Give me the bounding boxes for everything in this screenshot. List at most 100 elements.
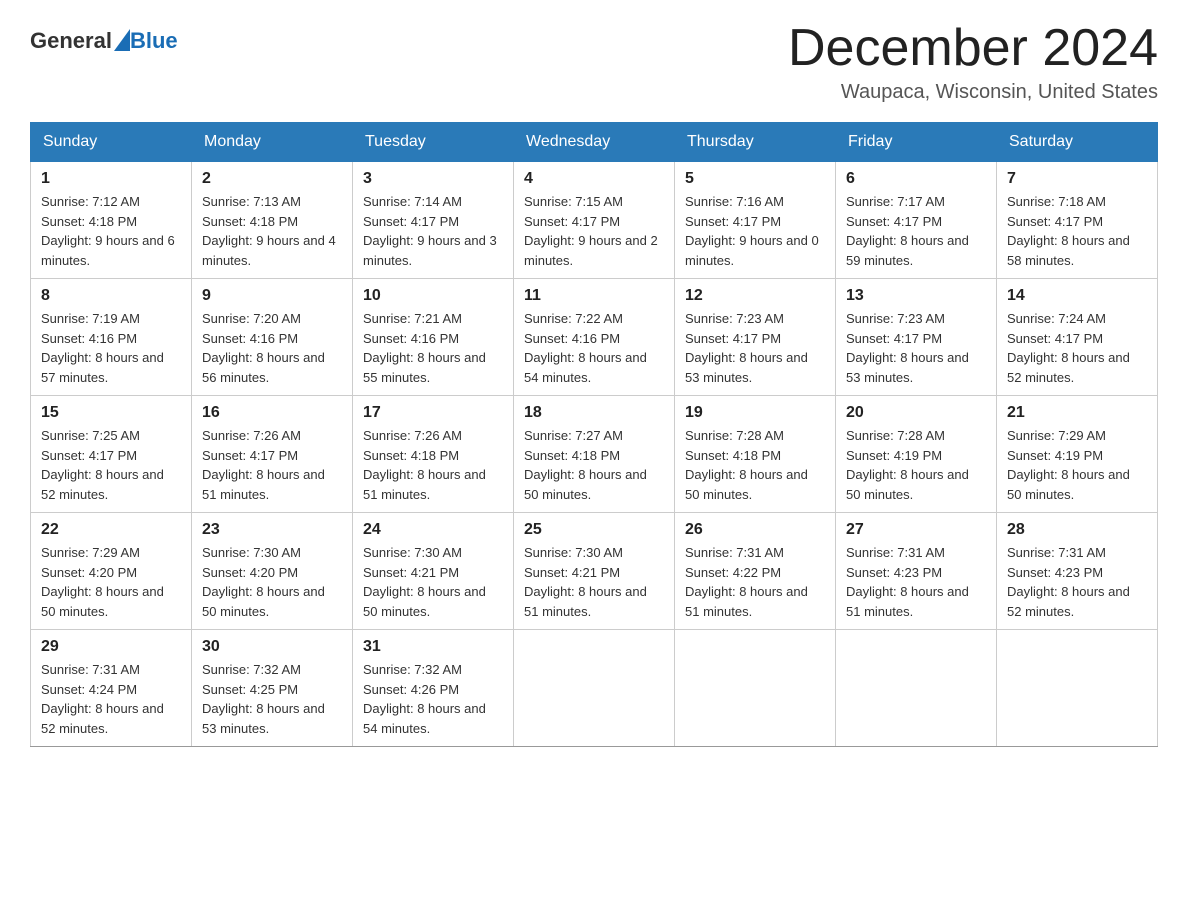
day-info: Sunrise: 7:31 AMSunset: 4:22 PMDaylight:… [685, 543, 825, 621]
day-number: 31 [363, 638, 503, 656]
day-info: Sunrise: 7:29 AMSunset: 4:19 PMDaylight:… [1007, 426, 1147, 504]
day-number: 15 [41, 404, 181, 422]
weekday-header-thursday: Thursday [675, 123, 836, 162]
calendar-cell: 20 Sunrise: 7:28 AMSunset: 4:19 PMDayligh… [836, 396, 997, 513]
day-number: 26 [685, 521, 825, 539]
day-info: Sunrise: 7:16 AMSunset: 4:17 PMDaylight:… [685, 192, 825, 270]
day-number: 11 [524, 287, 664, 305]
calendar-cell: 31 Sunrise: 7:32 AMSunset: 4:26 PMDayligh… [353, 630, 514, 747]
location-subtitle: Waupaca, Wisconsin, United States [788, 81, 1158, 104]
day-number: 1 [41, 170, 181, 188]
weekday-header-row: SundayMondayTuesdayWednesdayThursdayFrid… [31, 123, 1158, 162]
day-info: Sunrise: 7:26 AMSunset: 4:18 PMDaylight:… [363, 426, 503, 504]
calendar-cell: 19Sunrise: 7:28 AMSunset: 4:18 PMDayligh… [675, 396, 836, 513]
day-info: Sunrise: 7:17 AMSunset: 4:17 PMDaylight:… [846, 192, 986, 270]
calendar-cell: 28Sunrise: 7:31 AMSunset: 4:23 PMDayligh… [997, 513, 1158, 630]
calendar-week-row: 22 Sunrise: 7:29 AMSunset: 4:20 PMDayligh… [31, 513, 1158, 630]
calendar-cell: 23 Sunrise: 7:30 AMSunset: 4:20 PMDayligh… [192, 513, 353, 630]
calendar-cell: 1 Sunrise: 7:12 AMSunset: 4:18 PMDaylight… [31, 162, 192, 279]
weekday-header-monday: Monday [192, 123, 353, 162]
weekday-header-tuesday: Tuesday [353, 123, 514, 162]
calendar-cell: 29Sunrise: 7:31 AMSunset: 4:24 PMDayligh… [31, 630, 192, 747]
day-info: Sunrise: 7:25 AMSunset: 4:17 PMDaylight:… [41, 426, 181, 504]
calendar-cell: 8 Sunrise: 7:19 AMSunset: 4:16 PMDaylight… [31, 279, 192, 396]
day-number: 2 [202, 170, 342, 188]
day-info: Sunrise: 7:19 AMSunset: 4:16 PMDaylight:… [41, 309, 181, 387]
calendar-cell: 11 Sunrise: 7:22 AMSunset: 4:16 PMDayligh… [514, 279, 675, 396]
day-info: Sunrise: 7:22 AMSunset: 4:16 PMDaylight:… [524, 309, 664, 387]
day-info: Sunrise: 7:23 AMSunset: 4:17 PMDaylight:… [685, 309, 825, 387]
calendar-cell: 6 Sunrise: 7:17 AMSunset: 4:17 PMDaylight… [836, 162, 997, 279]
calendar-cell: 24 Sunrise: 7:30 AMSunset: 4:21 PMDayligh… [353, 513, 514, 630]
day-info: Sunrise: 7:28 AMSunset: 4:19 PMDaylight:… [846, 426, 986, 504]
day-number: 25 [524, 521, 664, 539]
logo-text-blue: Blue [130, 28, 178, 54]
day-number: 22 [41, 521, 181, 539]
day-number: 3 [363, 170, 503, 188]
calendar-cell: 3 Sunrise: 7:14 AMSunset: 4:17 PMDaylight… [353, 162, 514, 279]
day-number: 7 [1007, 170, 1147, 188]
calendar-cell: 12 Sunrise: 7:23 AMSunset: 4:17 PMDayligh… [675, 279, 836, 396]
day-info: Sunrise: 7:27 AMSunset: 4:18 PMDaylight:… [524, 426, 664, 504]
day-info: Sunrise: 7:24 AMSunset: 4:17 PMDaylight:… [1007, 309, 1147, 387]
day-info: Sunrise: 7:32 AMSunset: 4:26 PMDaylight:… [363, 660, 503, 738]
day-number: 13 [846, 287, 986, 305]
day-number: 14 [1007, 287, 1147, 305]
day-info: Sunrise: 7:15 AMSunset: 4:17 PMDaylight:… [524, 192, 664, 270]
logo-triangle-icon [114, 29, 130, 51]
day-info: Sunrise: 7:32 AMSunset: 4:25 PMDaylight:… [202, 660, 342, 738]
day-info: Sunrise: 7:29 AMSunset: 4:20 PMDaylight:… [41, 543, 181, 621]
calendar-cell: 30Sunrise: 7:32 AMSunset: 4:25 PMDayligh… [192, 630, 353, 747]
day-number: 20 [846, 404, 986, 422]
month-title: December 2024 [788, 20, 1158, 77]
day-number: 5 [685, 170, 825, 188]
calendar-cell: 27Sunrise: 7:31 AMSunset: 4:23 PMDayligh… [836, 513, 997, 630]
calendar-cell: 5 Sunrise: 7:16 AMSunset: 4:17 PMDaylight… [675, 162, 836, 279]
calendar-table: SundayMondayTuesdayWednesdayThursdayFrid… [30, 122, 1158, 747]
calendar-cell: 25Sunrise: 7:30 AMSunset: 4:21 PMDayligh… [514, 513, 675, 630]
calendar-cell [514, 630, 675, 747]
day-number: 8 [41, 287, 181, 305]
day-info: Sunrise: 7:13 AMSunset: 4:18 PMDaylight:… [202, 192, 342, 270]
calendar-week-row: 8 Sunrise: 7:19 AMSunset: 4:16 PMDaylight… [31, 279, 1158, 396]
calendar-cell [997, 630, 1158, 747]
day-info: Sunrise: 7:12 AMSunset: 4:18 PMDaylight:… [41, 192, 181, 270]
day-number: 28 [1007, 521, 1147, 539]
calendar-cell: 21 Sunrise: 7:29 AMSunset: 4:19 PMDayligh… [997, 396, 1158, 513]
calendar-cell: 15 Sunrise: 7:25 AMSunset: 4:17 PMDayligh… [31, 396, 192, 513]
calendar-cell: 17Sunrise: 7:26 AMSunset: 4:18 PMDayligh… [353, 396, 514, 513]
calendar-cell [675, 630, 836, 747]
day-info: Sunrise: 7:20 AMSunset: 4:16 PMDaylight:… [202, 309, 342, 387]
day-number: 10 [363, 287, 503, 305]
calendar-cell: 14 Sunrise: 7:24 AMSunset: 4:17 PMDayligh… [997, 279, 1158, 396]
calendar-cell: 7 Sunrise: 7:18 AMSunset: 4:17 PMDaylight… [997, 162, 1158, 279]
weekday-header-saturday: Saturday [997, 123, 1158, 162]
calendar-cell: 16Sunrise: 7:26 AMSunset: 4:17 PMDayligh… [192, 396, 353, 513]
logo-text-general: General [30, 28, 112, 54]
day-number: 23 [202, 521, 342, 539]
day-number: 6 [846, 170, 986, 188]
day-number: 12 [685, 287, 825, 305]
calendar-cell: 4 Sunrise: 7:15 AMSunset: 4:17 PMDaylight… [514, 162, 675, 279]
day-info: Sunrise: 7:21 AMSunset: 4:16 PMDaylight:… [363, 309, 503, 387]
day-info: Sunrise: 7:14 AMSunset: 4:17 PMDaylight:… [363, 192, 503, 270]
day-info: Sunrise: 7:30 AMSunset: 4:21 PMDaylight:… [363, 543, 503, 621]
day-number: 24 [363, 521, 503, 539]
calendar-cell: 10 Sunrise: 7:21 AMSunset: 4:16 PMDayligh… [353, 279, 514, 396]
title-area: December 2024 Waupaca, Wisconsin, United… [788, 20, 1158, 104]
day-info: Sunrise: 7:18 AMSunset: 4:17 PMDaylight:… [1007, 192, 1147, 270]
day-info: Sunrise: 7:26 AMSunset: 4:17 PMDaylight:… [202, 426, 342, 504]
day-info: Sunrise: 7:30 AMSunset: 4:20 PMDaylight:… [202, 543, 342, 621]
weekday-header-friday: Friday [836, 123, 997, 162]
calendar-cell: 2 Sunrise: 7:13 AMSunset: 4:18 PMDaylight… [192, 162, 353, 279]
day-number: 27 [846, 521, 986, 539]
calendar-cell: 13 Sunrise: 7:23 AMSunset: 4:17 PMDayligh… [836, 279, 997, 396]
calendar-cell: 18 Sunrise: 7:27 AMSunset: 4:18 PMDayligh… [514, 396, 675, 513]
calendar-cell [836, 630, 997, 747]
day-number: 21 [1007, 404, 1147, 422]
day-info: Sunrise: 7:23 AMSunset: 4:17 PMDaylight:… [846, 309, 986, 387]
day-number: 4 [524, 170, 664, 188]
weekday-header-sunday: Sunday [31, 123, 192, 162]
page-header: General Blue December 2024 Waupaca, Wisc… [30, 20, 1158, 104]
day-number: 18 [524, 404, 664, 422]
